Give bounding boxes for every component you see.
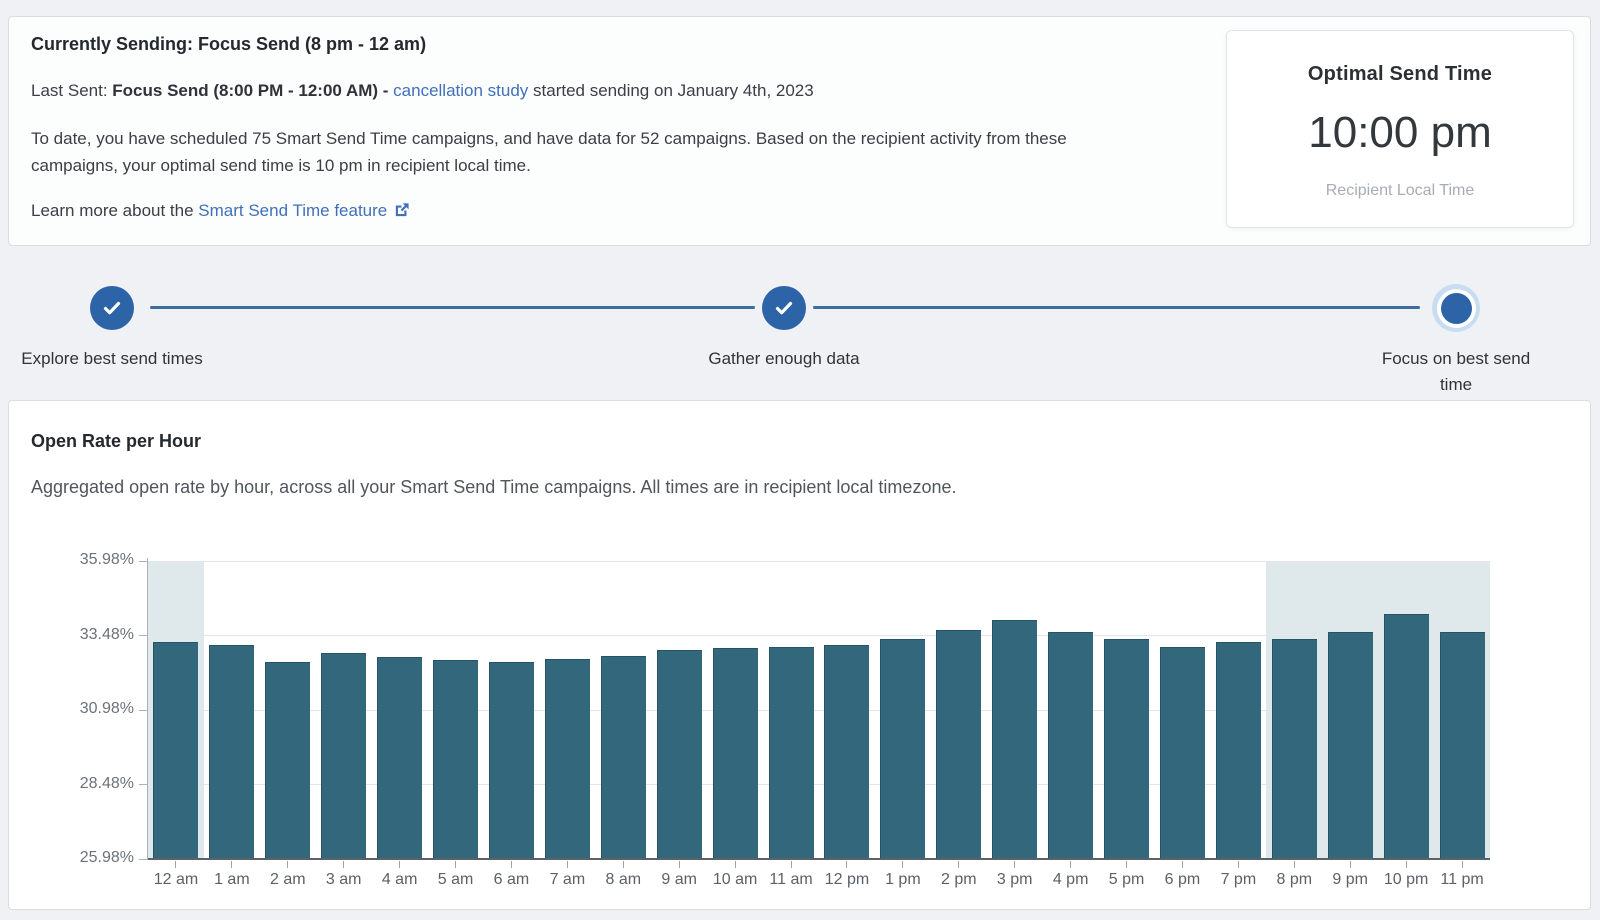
y-axis-line <box>147 558 148 860</box>
bar[interactable] <box>1272 639 1317 859</box>
step-label-explore: Explore best send times <box>8 346 216 372</box>
bar[interactable] <box>769 647 814 859</box>
bar[interactable] <box>433 660 478 859</box>
bar[interactable] <box>1160 647 1205 859</box>
bar[interactable] <box>265 662 310 859</box>
bar[interactable] <box>377 657 422 859</box>
bar[interactable] <box>1328 632 1373 859</box>
x-axis-tick <box>1406 861 1407 868</box>
bar[interactable] <box>1440 632 1485 859</box>
y-axis-label: 25.98% <box>34 849 134 867</box>
bar[interactable] <box>657 650 702 859</box>
external-link-icon <box>393 202 410 224</box>
bar[interactable] <box>1104 639 1149 859</box>
y-axis-tick <box>139 784 147 785</box>
y-axis-tick <box>139 561 147 562</box>
x-axis-tick <box>231 861 232 868</box>
chart-plot: 25.98%28.48%30.98%33.48%35.98%12 am1 am2… <box>148 561 1490 859</box>
bar[interactable] <box>1384 614 1429 859</box>
y-axis-label: 33.48% <box>34 626 134 644</box>
x-axis-tick <box>791 861 792 868</box>
x-axis-tick <box>623 861 624 868</box>
x-axis-tick <box>846 861 847 868</box>
y-axis-label: 30.98% <box>34 700 134 718</box>
bar[interactable] <box>153 642 198 859</box>
y-axis-label: 28.48% <box>34 775 134 793</box>
bar[interactable] <box>992 620 1037 859</box>
bar[interactable] <box>1048 632 1093 859</box>
x-axis-tick <box>1350 861 1351 868</box>
step-2-complete-icon <box>762 286 806 330</box>
step-3-ring <box>1437 289 1476 328</box>
x-axis-tick <box>455 861 456 868</box>
x-axis-tick <box>287 861 288 868</box>
step-label-focus: Focus on best send time <box>1368 346 1544 398</box>
chart-title: Open Rate per Hour <box>31 431 201 452</box>
x-axis-tick <box>735 861 736 868</box>
x-axis-tick <box>1070 861 1071 868</box>
y-axis-label: 35.98% <box>34 551 134 569</box>
y-axis-tick <box>139 710 147 711</box>
x-axis-label: 11 pm <box>1422 871 1502 889</box>
bar[interactable] <box>713 648 758 859</box>
x-axis-tick <box>343 861 344 868</box>
step-3-current-icon <box>1432 284 1480 332</box>
smart-send-time-feature-link[interactable]: Smart Send Time feature <box>198 201 410 220</box>
bar[interactable] <box>824 645 869 859</box>
bar[interactable] <box>545 659 590 859</box>
progress-stepper: Explore best send times Gather enough da… <box>0 0 1600 130</box>
x-axis-tick <box>679 861 680 868</box>
bar[interactable] <box>321 653 366 859</box>
bar[interactable] <box>880 639 925 859</box>
x-axis-line <box>148 858 1490 860</box>
learn-more-prefix: Learn more about the <box>31 201 198 220</box>
x-axis-tick <box>399 861 400 868</box>
step-label-gather: Gather enough data <box>684 346 884 372</box>
x-axis-tick <box>1182 861 1183 868</box>
campaign-summary-text: To date, you have scheduled 75 Smart Sen… <box>31 125 1156 179</box>
x-axis-tick <box>1014 861 1015 868</box>
bar[interactable] <box>489 662 534 859</box>
bar[interactable] <box>601 656 646 859</box>
x-axis-tick <box>567 861 568 868</box>
chart-subtitle: Aggregated open rate by hour, across all… <box>31 477 956 498</box>
step-1-complete-icon <box>90 286 134 330</box>
x-axis-tick <box>1294 861 1295 868</box>
gridline <box>148 561 1490 562</box>
y-axis-tick <box>139 859 147 860</box>
bar[interactable] <box>936 630 981 859</box>
bar[interactable] <box>1216 642 1261 859</box>
stepper-connector-2 <box>813 306 1420 309</box>
x-axis-tick <box>175 861 176 868</box>
step-3-dot <box>1441 293 1472 324</box>
stepper-connector-1 <box>150 306 755 309</box>
x-axis-tick <box>958 861 959 868</box>
x-axis-tick <box>902 861 903 868</box>
open-rate-chart-card: Open Rate per Hour Aggregated open rate … <box>8 400 1591 910</box>
x-axis-tick <box>1126 861 1127 868</box>
learn-more-link-text: Smart Send Time feature <box>198 201 387 220</box>
learn-more-line: Learn more about the Smart Send Time fea… <box>31 201 410 224</box>
x-axis-tick <box>1238 861 1239 868</box>
x-axis-tick <box>1462 861 1463 868</box>
gridline <box>148 635 1490 636</box>
x-axis-tick <box>511 861 512 868</box>
smart-send-time-page: Currently Sending: Focus Send (8 pm - 12… <box>0 0 1600 920</box>
bar[interactable] <box>209 645 254 859</box>
optimal-send-time-caption: Recipient Local Time <box>1227 182 1573 200</box>
y-axis-tick <box>139 635 147 636</box>
